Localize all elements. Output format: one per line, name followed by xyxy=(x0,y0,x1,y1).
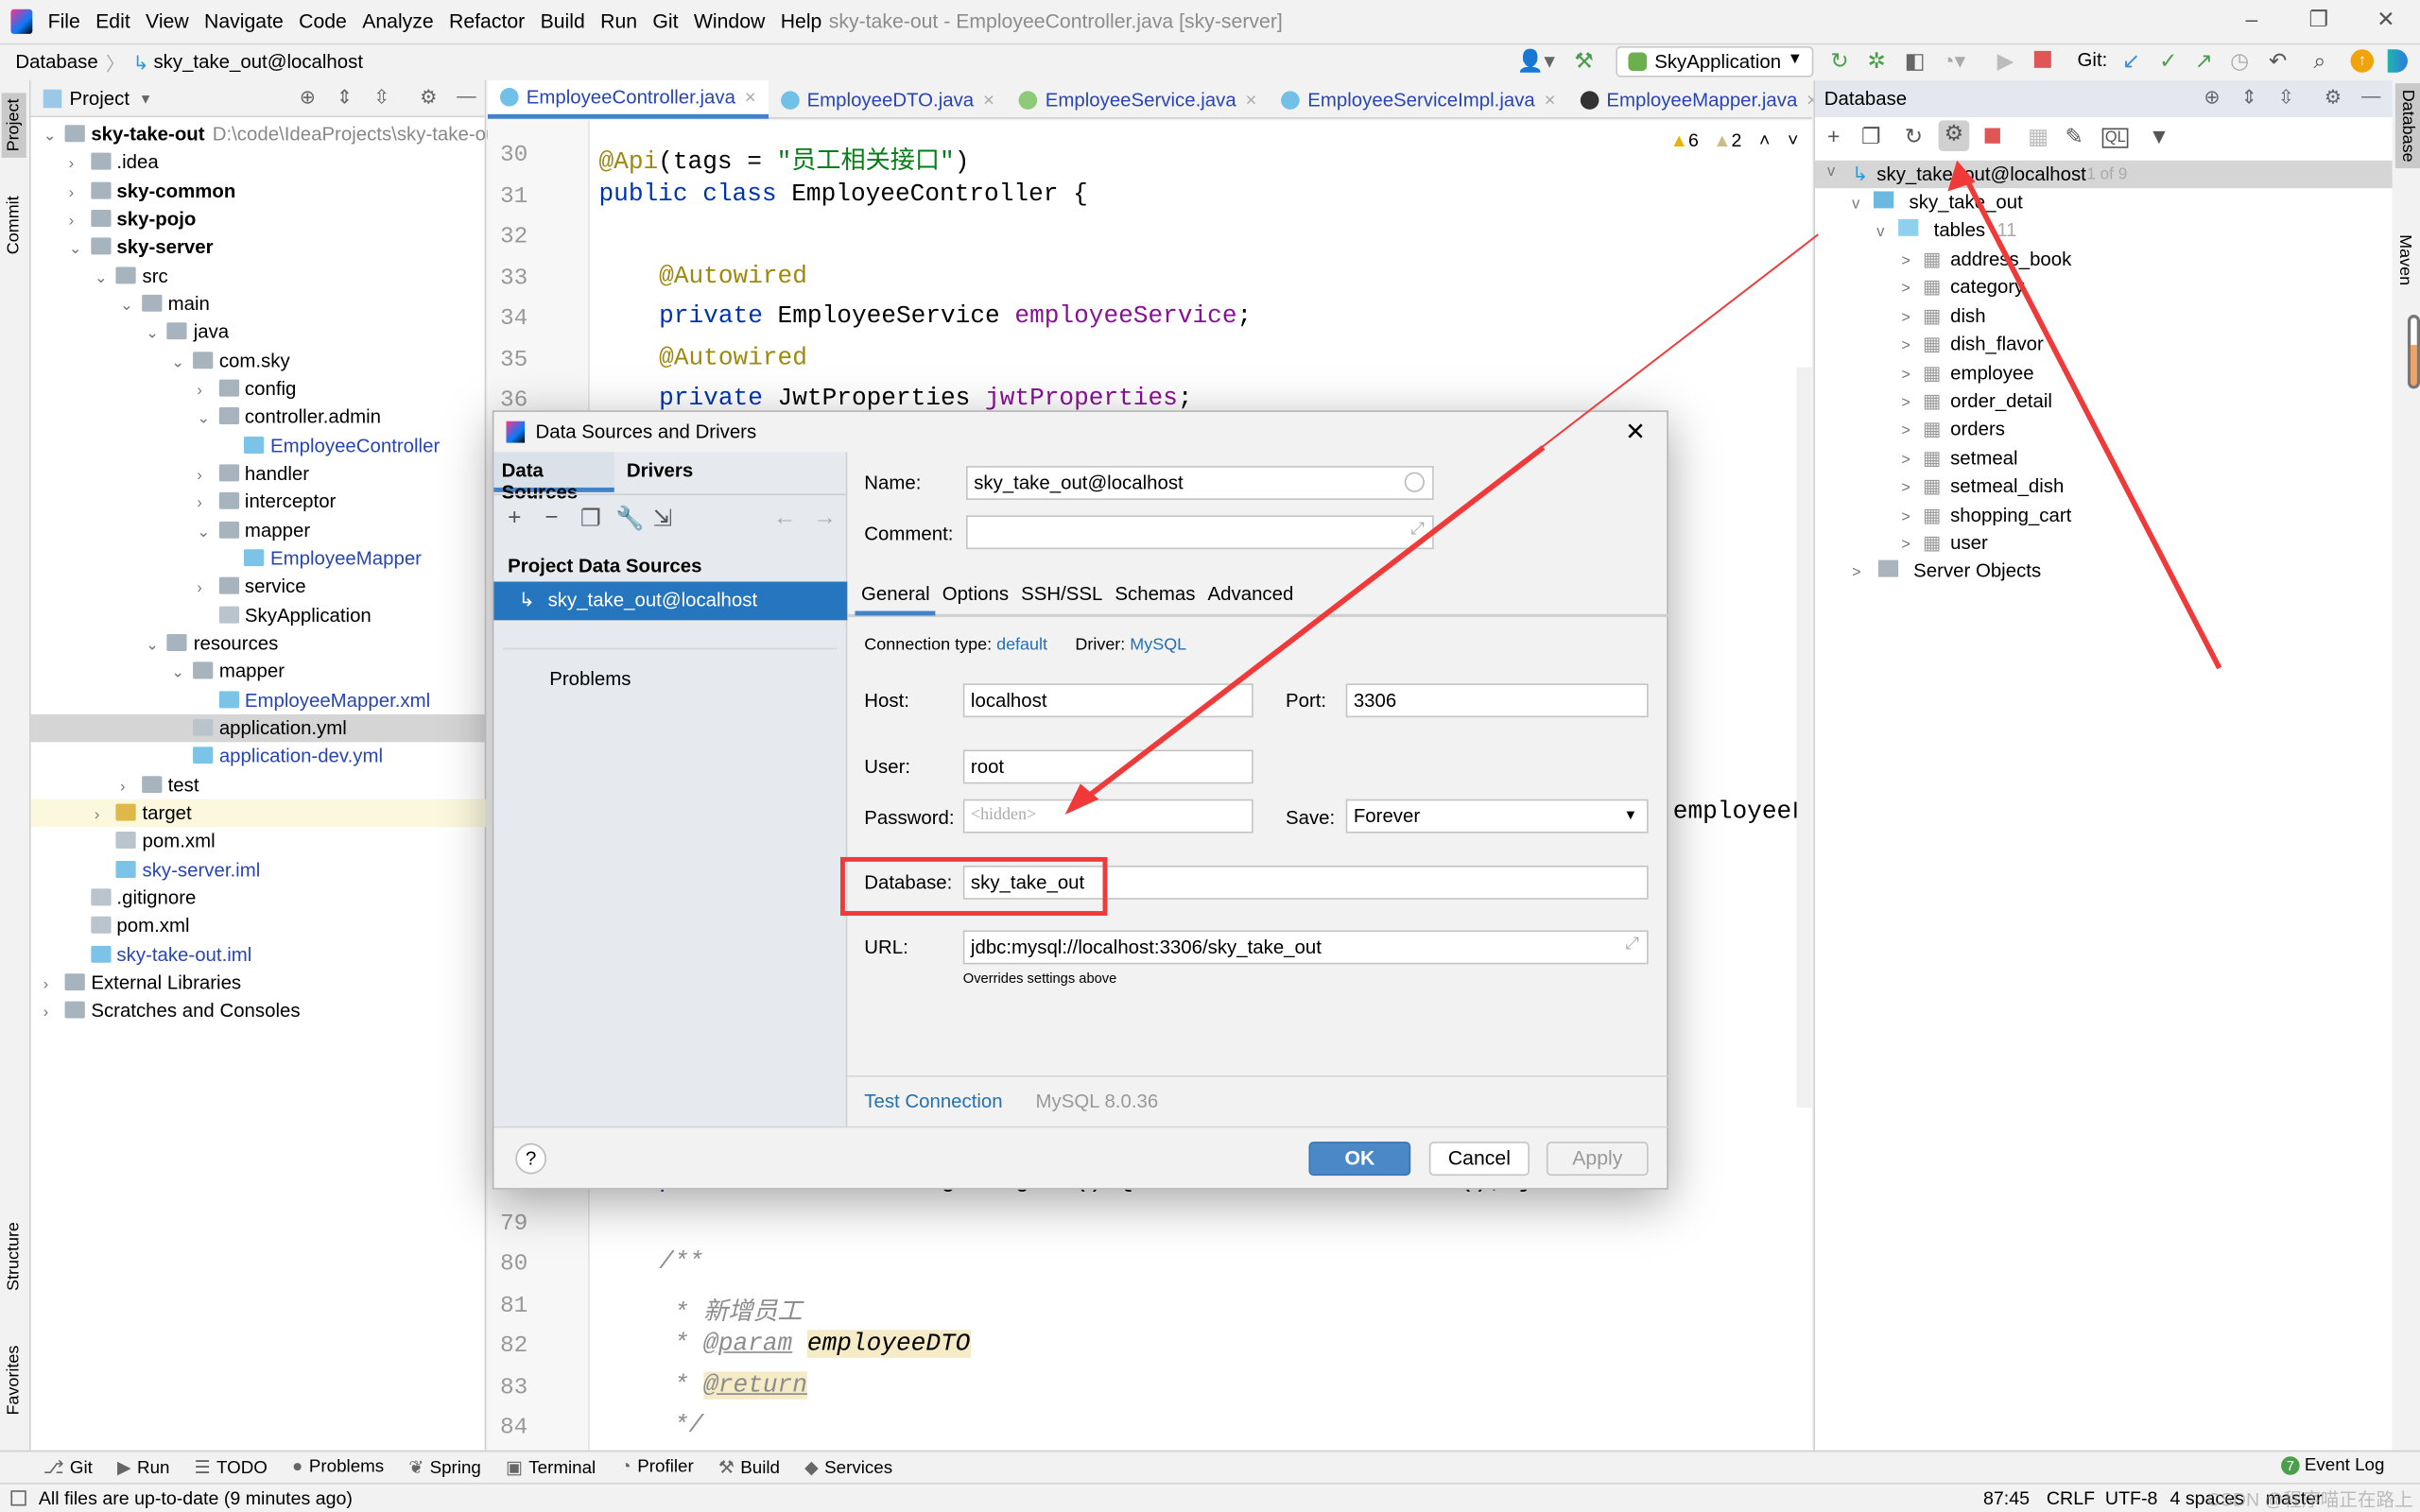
annotation-arrow xyxy=(1079,445,1546,805)
annotation-overlay xyxy=(839,160,2222,916)
arrow-head xyxy=(1064,783,1099,816)
ide-window: File Edit View Navigate Code Analyze Refactor B… xyxy=(0,0,2420,1512)
highlight-box xyxy=(839,856,1108,916)
annotation-arrow-db xyxy=(1961,171,2222,670)
